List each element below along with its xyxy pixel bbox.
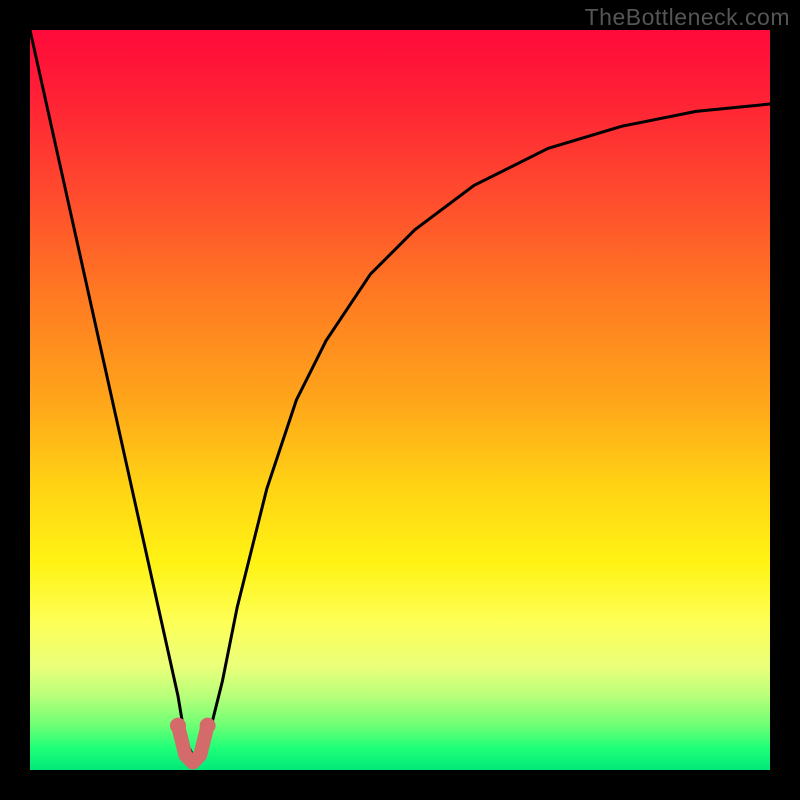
bottleneck-curve — [30, 30, 770, 755]
highlight-band — [170, 718, 216, 763]
watermark-text: TheBottleneck.com — [585, 4, 790, 31]
curve-layer — [30, 30, 770, 770]
chart-frame: TheBottleneck.com — [0, 0, 800, 800]
plot-area — [30, 30, 770, 770]
